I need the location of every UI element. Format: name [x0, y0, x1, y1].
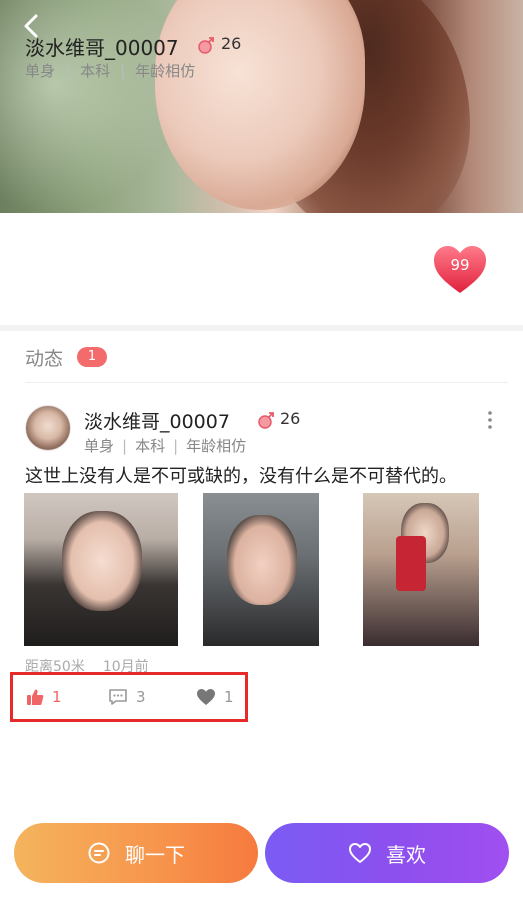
chat-bubble-icon	[88, 842, 110, 864]
profile-name: 淡水维哥_00007	[25, 36, 179, 60]
more-vertical-icon[interactable]	[484, 410, 496, 430]
like-profile-button[interactable]: 喜欢	[265, 823, 509, 883]
profile-age: 26	[221, 34, 242, 53]
avatar[interactable]	[25, 405, 71, 451]
male-symbol-icon	[198, 37, 214, 54]
tag-marital: 单身	[84, 437, 115, 455]
like-button-label: 喜欢	[386, 842, 426, 867]
post-photo-3[interactable]	[363, 493, 479, 646]
favorite-count: 1	[224, 688, 234, 706]
chat-button[interactable]: 聊一下	[14, 823, 258, 883]
like-button[interactable]: 1	[26, 685, 62, 709]
tag-marital: 单身	[25, 62, 56, 80]
heart-outline-icon	[349, 843, 371, 863]
moments-count-badge: 1	[77, 347, 107, 367]
post-author-tags: 单身 | 本科 | 年龄相仿	[84, 437, 247, 455]
like-count: 1	[52, 688, 62, 706]
section-divider	[0, 325, 523, 331]
heart-like-count: 99	[450, 256, 470, 274]
post-photo-2[interactable]	[203, 493, 319, 646]
chat-button-label: 聊一下	[125, 842, 185, 867]
favorite-button[interactable]: 1	[196, 685, 234, 709]
comment-icon	[109, 689, 127, 705]
heart-icon	[197, 689, 215, 705]
tag-education: 本科	[135, 437, 166, 455]
tag-age-match: 年龄相仿	[135, 62, 196, 80]
male-symbol-icon	[258, 412, 274, 429]
comment-button[interactable]: 3	[108, 685, 146, 709]
divider	[25, 382, 508, 383]
post-photo-1[interactable]	[24, 493, 178, 646]
moments-title: 动态	[25, 348, 64, 370]
post-author-name: 淡水维哥_00007	[84, 411, 230, 433]
post-author-age: 26	[280, 409, 301, 428]
tag-education: 本科	[80, 62, 111, 80]
thumbs-up-icon	[27, 689, 44, 705]
profile-tags: 单身 | 本科 | 年龄相仿	[25, 62, 196, 80]
post-text: 这世上没有人是不可或缺的，没有什么是不可替代的。	[25, 466, 457, 487]
tag-age-match: 年龄相仿	[186, 437, 247, 455]
comment-count: 3	[136, 688, 146, 706]
